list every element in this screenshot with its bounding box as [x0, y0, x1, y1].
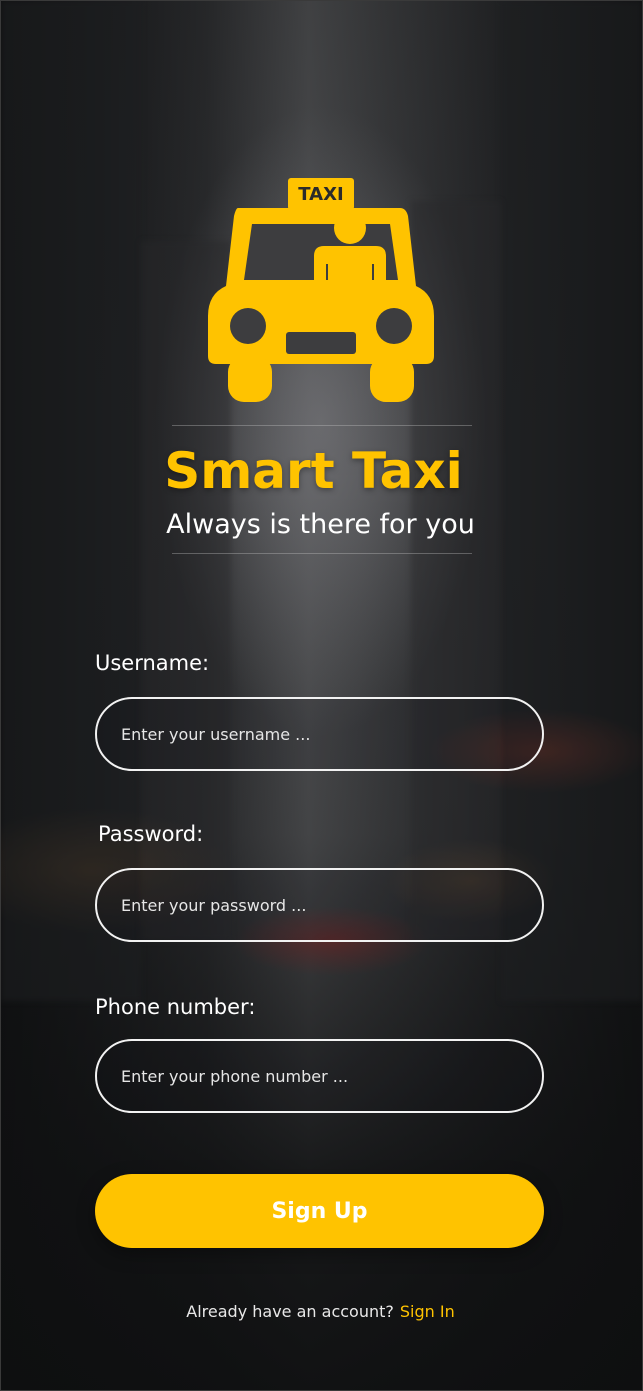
app-tagline: Always is there for you: [166, 509, 475, 540]
phone-input[interactable]: [95, 1039, 544, 1113]
bottom-divider: [172, 553, 472, 554]
app-title: Smart Taxi: [164, 442, 463, 500]
top-divider: [172, 425, 472, 426]
signup-content: TAXI Smart Taxi Always is there for you …: [0, 0, 641, 1389]
password-input[interactable]: [95, 868, 544, 942]
sign-up-button[interactable]: Sign Up: [95, 1174, 544, 1248]
sign-in-link[interactable]: Sign In: [400, 1302, 455, 1321]
sign-in-prompt-text: Already have an account?: [186, 1302, 394, 1321]
password-label: Password:: [98, 822, 204, 846]
taxi-icon: TAXI: [208, 178, 434, 402]
sign-in-prompt: Already have an account? Sign In: [0, 1300, 641, 1324]
username-input[interactable]: [95, 697, 544, 771]
logo-badge-text: TAXI: [298, 184, 343, 205]
phone-label: Phone number:: [95, 995, 256, 1019]
username-label: Username:: [95, 651, 210, 675]
